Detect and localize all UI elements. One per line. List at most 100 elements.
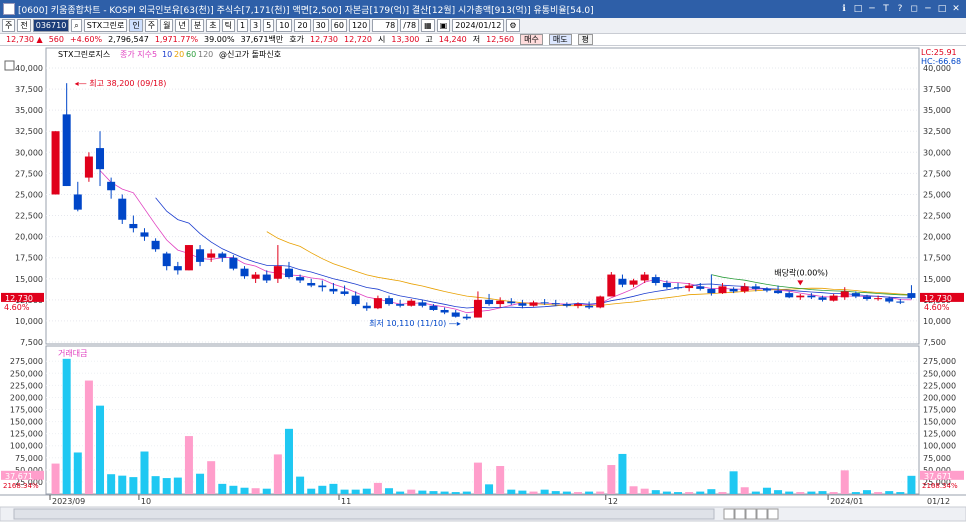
nav-button[interactable] [756, 508, 768, 520]
legend-signal: @신고가 돌파신호 [219, 50, 281, 59]
price-axis-label-right: 17,500 [923, 254, 951, 263]
close-icon[interactable]: ✕ [950, 3, 962, 15]
volume-bar [473, 462, 482, 494]
price-axis-label-right: 20,000 [923, 233, 951, 242]
candle-body [373, 298, 382, 309]
maximize-icon[interactable]: □ [936, 3, 948, 15]
frame-icon[interactable]: □ [852, 3, 864, 15]
volume-bar [496, 466, 505, 494]
volume-bar [718, 492, 727, 494]
minus-icon[interactable]: ─ [866, 3, 878, 15]
chart-type-icon[interactable]: ▦ [421, 19, 435, 32]
chart-area[interactable]: 40,000 40,000 37,500 37,500 35,000 35,000 32,5… [0, 46, 966, 522]
tab-year[interactable]: 년 [175, 19, 189, 32]
volume-bar [774, 490, 783, 494]
candle-body [529, 302, 538, 306]
minimize-icon[interactable]: ─ [922, 3, 934, 15]
info-icon[interactable]: ℹ [838, 3, 850, 15]
volume-axis-label-right: 275,000 [923, 357, 956, 366]
legend-ma-60: 60 [186, 50, 196, 59]
candle-body [896, 301, 905, 303]
candle-body [685, 285, 694, 289]
volume-bar [829, 492, 838, 494]
date-axis-label: 10 [141, 497, 151, 506]
current-volume-pct-right: 2168.34% [922, 482, 958, 490]
nav-button[interactable] [734, 508, 746, 520]
volume-bar [573, 492, 582, 494]
minute-3[interactable]: 3 [250, 19, 262, 32]
candle-body [385, 298, 394, 305]
stock-code-input[interactable]: 036710 [32, 19, 70, 32]
tab-minute[interactable]: 분 [190, 19, 205, 32]
settings-icon[interactable]: ⚙ [506, 19, 520, 32]
volume-bar [651, 490, 660, 494]
high-annotation: ◂— 최고 38,200 (09/18) [75, 78, 167, 88]
candlestick-chart[interactable]: 40,000 40,00037,500 37,50035,000 35,00032,5… [0, 46, 966, 522]
candle-body [118, 198, 127, 220]
volume-bar [107, 474, 116, 494]
tab-tick[interactable]: 틱 [221, 19, 235, 32]
mode-select[interactable]: 전 [17, 19, 31, 32]
candle-body [73, 194, 82, 210]
volume-bar [618, 453, 627, 494]
search-icon[interactable]: ⌕ [71, 19, 82, 32]
extra-button[interactable]: 평 [577, 34, 593, 45]
legend-ma-5: 5 [152, 50, 157, 59]
nav-button[interactable] [767, 508, 779, 520]
candle-body [540, 302, 549, 304]
date-input[interactable]: 2024/01/12 [452, 19, 505, 32]
help-icon[interactable]: ? [894, 3, 906, 15]
tab-week[interactable]: 주 [144, 19, 159, 32]
buy-button[interactable]: 매수 [520, 34, 543, 45]
nav-button[interactable] [745, 508, 757, 520]
candle-body [485, 299, 494, 305]
save-icon[interactable]: ▣ [436, 19, 451, 32]
price-axis-label-right: 30,000 [923, 148, 951, 157]
tab-month[interactable]: 월 [160, 19, 174, 32]
minute-20[interactable]: 20 [294, 19, 311, 32]
volume-bar [296, 476, 305, 494]
high-label: 고 [425, 35, 433, 44]
volume-bar [207, 461, 216, 494]
period-select[interactable]: 주 [2, 19, 16, 32]
minute-60[interactable]: 60 [330, 19, 347, 32]
candle-body [740, 286, 749, 292]
restore-icon[interactable]: ◻ [908, 3, 920, 15]
volume-bar [785, 491, 794, 494]
candle-body [596, 296, 605, 308]
candle-body [762, 288, 771, 291]
minute-5[interactable]: 5 [263, 19, 275, 32]
volume-bar [796, 492, 805, 494]
volume-bar [585, 491, 594, 494]
volume-axis-label-left: 100,000 [10, 442, 43, 451]
price-axis-label-right: 32,500 [923, 127, 951, 136]
event-annotation: 배당락(0.00%) [774, 267, 828, 277]
candle-body [785, 293, 794, 298]
candle-body [674, 287, 683, 289]
minute-120[interactable]: 120 [348, 19, 371, 32]
scroll-thumb[interactable] [13, 508, 715, 520]
volume-axis-label-right: 75,000 [923, 454, 951, 463]
candle-body [851, 293, 860, 297]
minute-1[interactable]: 1 [236, 19, 249, 32]
candle-body [307, 282, 316, 286]
tab-second[interactable]: 초 [206, 19, 220, 32]
minute-10[interactable]: 10 [276, 19, 293, 32]
volume-axis-label-left: 200,000 [10, 393, 43, 402]
candle-body [662, 282, 671, 288]
volume-axis-label-right: 225,000 [923, 381, 956, 390]
legend-name: STX그린로지스 [58, 49, 110, 59]
volume-bar [173, 477, 182, 494]
volume-bar [84, 380, 93, 494]
count-input[interactable]: 78 [372, 19, 399, 32]
price-axis-label-left: 30,000 [15, 148, 43, 157]
stock-name: STX그린로 [83, 19, 128, 32]
volume-bar [874, 492, 883, 494]
minute-30[interactable]: 30 [312, 19, 329, 32]
volume-bar [685, 492, 694, 494]
sell-button[interactable]: 매도 [548, 34, 572, 45]
nav-button[interactable] [723, 508, 735, 520]
volume-bar [840, 470, 849, 494]
text-icon[interactable]: T [880, 3, 892, 15]
sel-button[interactable]: 인 [129, 19, 143, 32]
